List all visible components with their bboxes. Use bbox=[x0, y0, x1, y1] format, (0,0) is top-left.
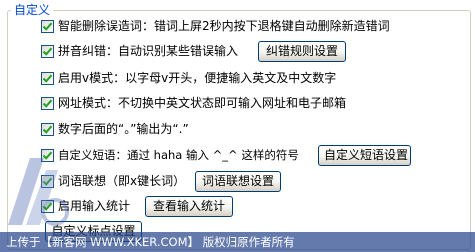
v-mode-checkbox[interactable] bbox=[41, 72, 54, 85]
smart-delete-checkbox[interactable] bbox=[41, 20, 54, 33]
correction-rules-button[interactable]: 纠错规则设置 bbox=[258, 41, 346, 62]
v-mode-label: 启用v模式：以字母v开头，便捷输入英文及中文数字 bbox=[58, 71, 337, 85]
watermark-footer: 上传于【新客网 WWW.XKER.COM】 版权归原作者所有 bbox=[0, 232, 475, 252]
digit-period-checkbox[interactable] bbox=[41, 123, 54, 136]
checkmark-icon bbox=[42, 47, 53, 56]
word-association-settings-button[interactable]: 词语联想设置 bbox=[195, 171, 281, 192]
word-association-label: 词语联想（即x键长词） bbox=[58, 174, 186, 188]
settings-panel: 自定义 智能删除误造词：错词上屏2秒内按下退格键自动删除新造错词 拼音纠错：自动… bbox=[0, 0, 475, 252]
checkmark-icon bbox=[42, 74, 53, 83]
custom-phrase-label: 自定义短语：通过 haha 输入 ^_^ 这样的符号 bbox=[58, 148, 299, 162]
checkmark-icon bbox=[42, 22, 53, 31]
smart-delete-label: 智能删除误造词：错词上屏2秒内按下退格键自动删除新造错词 bbox=[58, 19, 390, 33]
digit-period-label: 数字后面的“。”输出为“.” bbox=[58, 122, 189, 136]
group-title: 自定义 bbox=[11, 3, 54, 17]
watermark-logo-icon bbox=[8, 158, 69, 226]
pinyin-correction-checkbox[interactable] bbox=[41, 45, 54, 58]
url-mode-checkbox[interactable] bbox=[41, 97, 54, 110]
view-statistics-button[interactable]: 查看输入统计 bbox=[145, 196, 233, 217]
url-mode-label: 网址模式：不切换中英文状态即可输入网址和电子邮箱 bbox=[58, 96, 347, 110]
checkmark-icon bbox=[42, 99, 53, 108]
custom-phrase-settings-button[interactable]: 自定义短语设置 bbox=[318, 145, 411, 166]
checkmark-icon bbox=[42, 125, 53, 134]
pinyin-correction-label: 拼音纠错：自动识别某些错误输入 bbox=[58, 44, 239, 58]
